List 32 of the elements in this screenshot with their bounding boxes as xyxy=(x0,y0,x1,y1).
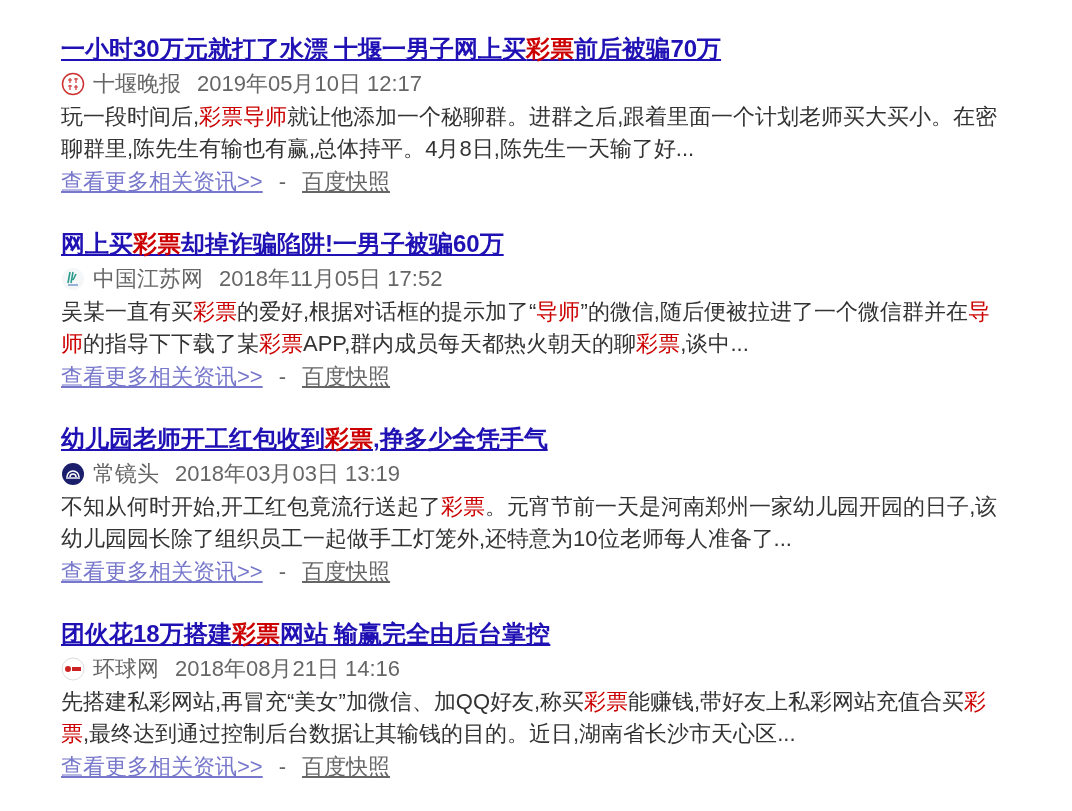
separator-text: - xyxy=(278,753,287,781)
more-news-link[interactable]: 查看更多相关资讯>> xyxy=(61,360,263,394)
separator-text: - xyxy=(278,363,287,391)
separator-text: - xyxy=(278,168,287,196)
cache-link[interactable]: 百度快照 xyxy=(302,555,391,589)
source-name: 环球网 xyxy=(93,655,159,683)
result-title-link[interactable]: 团伙花18万搭建彩票网站 输赢完全由后台掌控 xyxy=(61,619,551,649)
result-title-link[interactable]: 幼儿园老师开工红包收到彩票,挣多少全凭手气 xyxy=(61,424,548,454)
result-snippet: 不知从何时开始,开工红包竟流行送起了彩票。元宵节前一天是河南郑州一家幼儿园开园的日子,该幼儿园园长除了组织员工一起做手工灯笼外,还特意为10位老师每人准备了... xyxy=(61,493,999,553)
result-title-link[interactable]: 一小时30万元就打了水漂 十堰一男子网上买彩票前后被骗70万 xyxy=(61,34,722,64)
seal-logo-icon xyxy=(61,72,85,96)
result-snippet: 先搭建私彩网站,再冒充“美女”加微信、加QQ好友,称买彩票能赚钱,带好友上私彩网站充值合买彩票,最终达到通过控制后台数据让其输钱的目的。近日,湖南省长沙市天心区... xyxy=(61,688,988,748)
result-title-link[interactable]: 网上买彩票却掉诈骗陷阱!一男子被骗60万 xyxy=(61,229,504,259)
publish-date: 2019年05月10日 12:17 xyxy=(197,70,423,98)
more-news-link[interactable]: 查看更多相关资讯>> xyxy=(61,555,263,589)
result-snippet: 吴某一直有买彩票的爱好,根据对话框的提示加了“导师”的微信,随后便被拉进了一个微信群并在导师的指导下下载了某彩票APP,群内成员每天都热火朝天的聊彩票,谈中... xyxy=(61,298,991,358)
source-name: 十堰晚报 xyxy=(93,70,181,98)
cache-link[interactable]: 百度快照 xyxy=(302,165,391,199)
more-news-link[interactable]: 查看更多相关资讯>> xyxy=(61,165,263,199)
dot-logo-icon xyxy=(61,657,85,681)
source-name: 中国江苏网 xyxy=(93,265,203,293)
cache-link[interactable]: 百度快照 xyxy=(302,750,391,784)
source-name: 常镜头 xyxy=(93,460,159,488)
swirl-logo-icon xyxy=(61,462,85,486)
separator-text: - xyxy=(278,558,287,586)
result-snippet: 玩一段时间后,彩票导师就让他添加一个秘聊群。进群之后,跟着里面一个计划老师买大买小。在密聊群里,陈先生有输也有赢,总体持平。4月8日,陈先生一天输了好... xyxy=(61,103,999,163)
publish-date: 2018年03月03日 13:19 xyxy=(175,460,401,488)
publish-date: 2018年11月05日 17:52 xyxy=(219,265,443,293)
more-news-link[interactable]: 查看更多相关资讯>> xyxy=(61,750,263,784)
strokes-logo-icon xyxy=(61,267,85,291)
publish-date: 2018年08月21日 14:16 xyxy=(175,655,401,683)
cache-link[interactable]: 百度快照 xyxy=(302,360,391,394)
